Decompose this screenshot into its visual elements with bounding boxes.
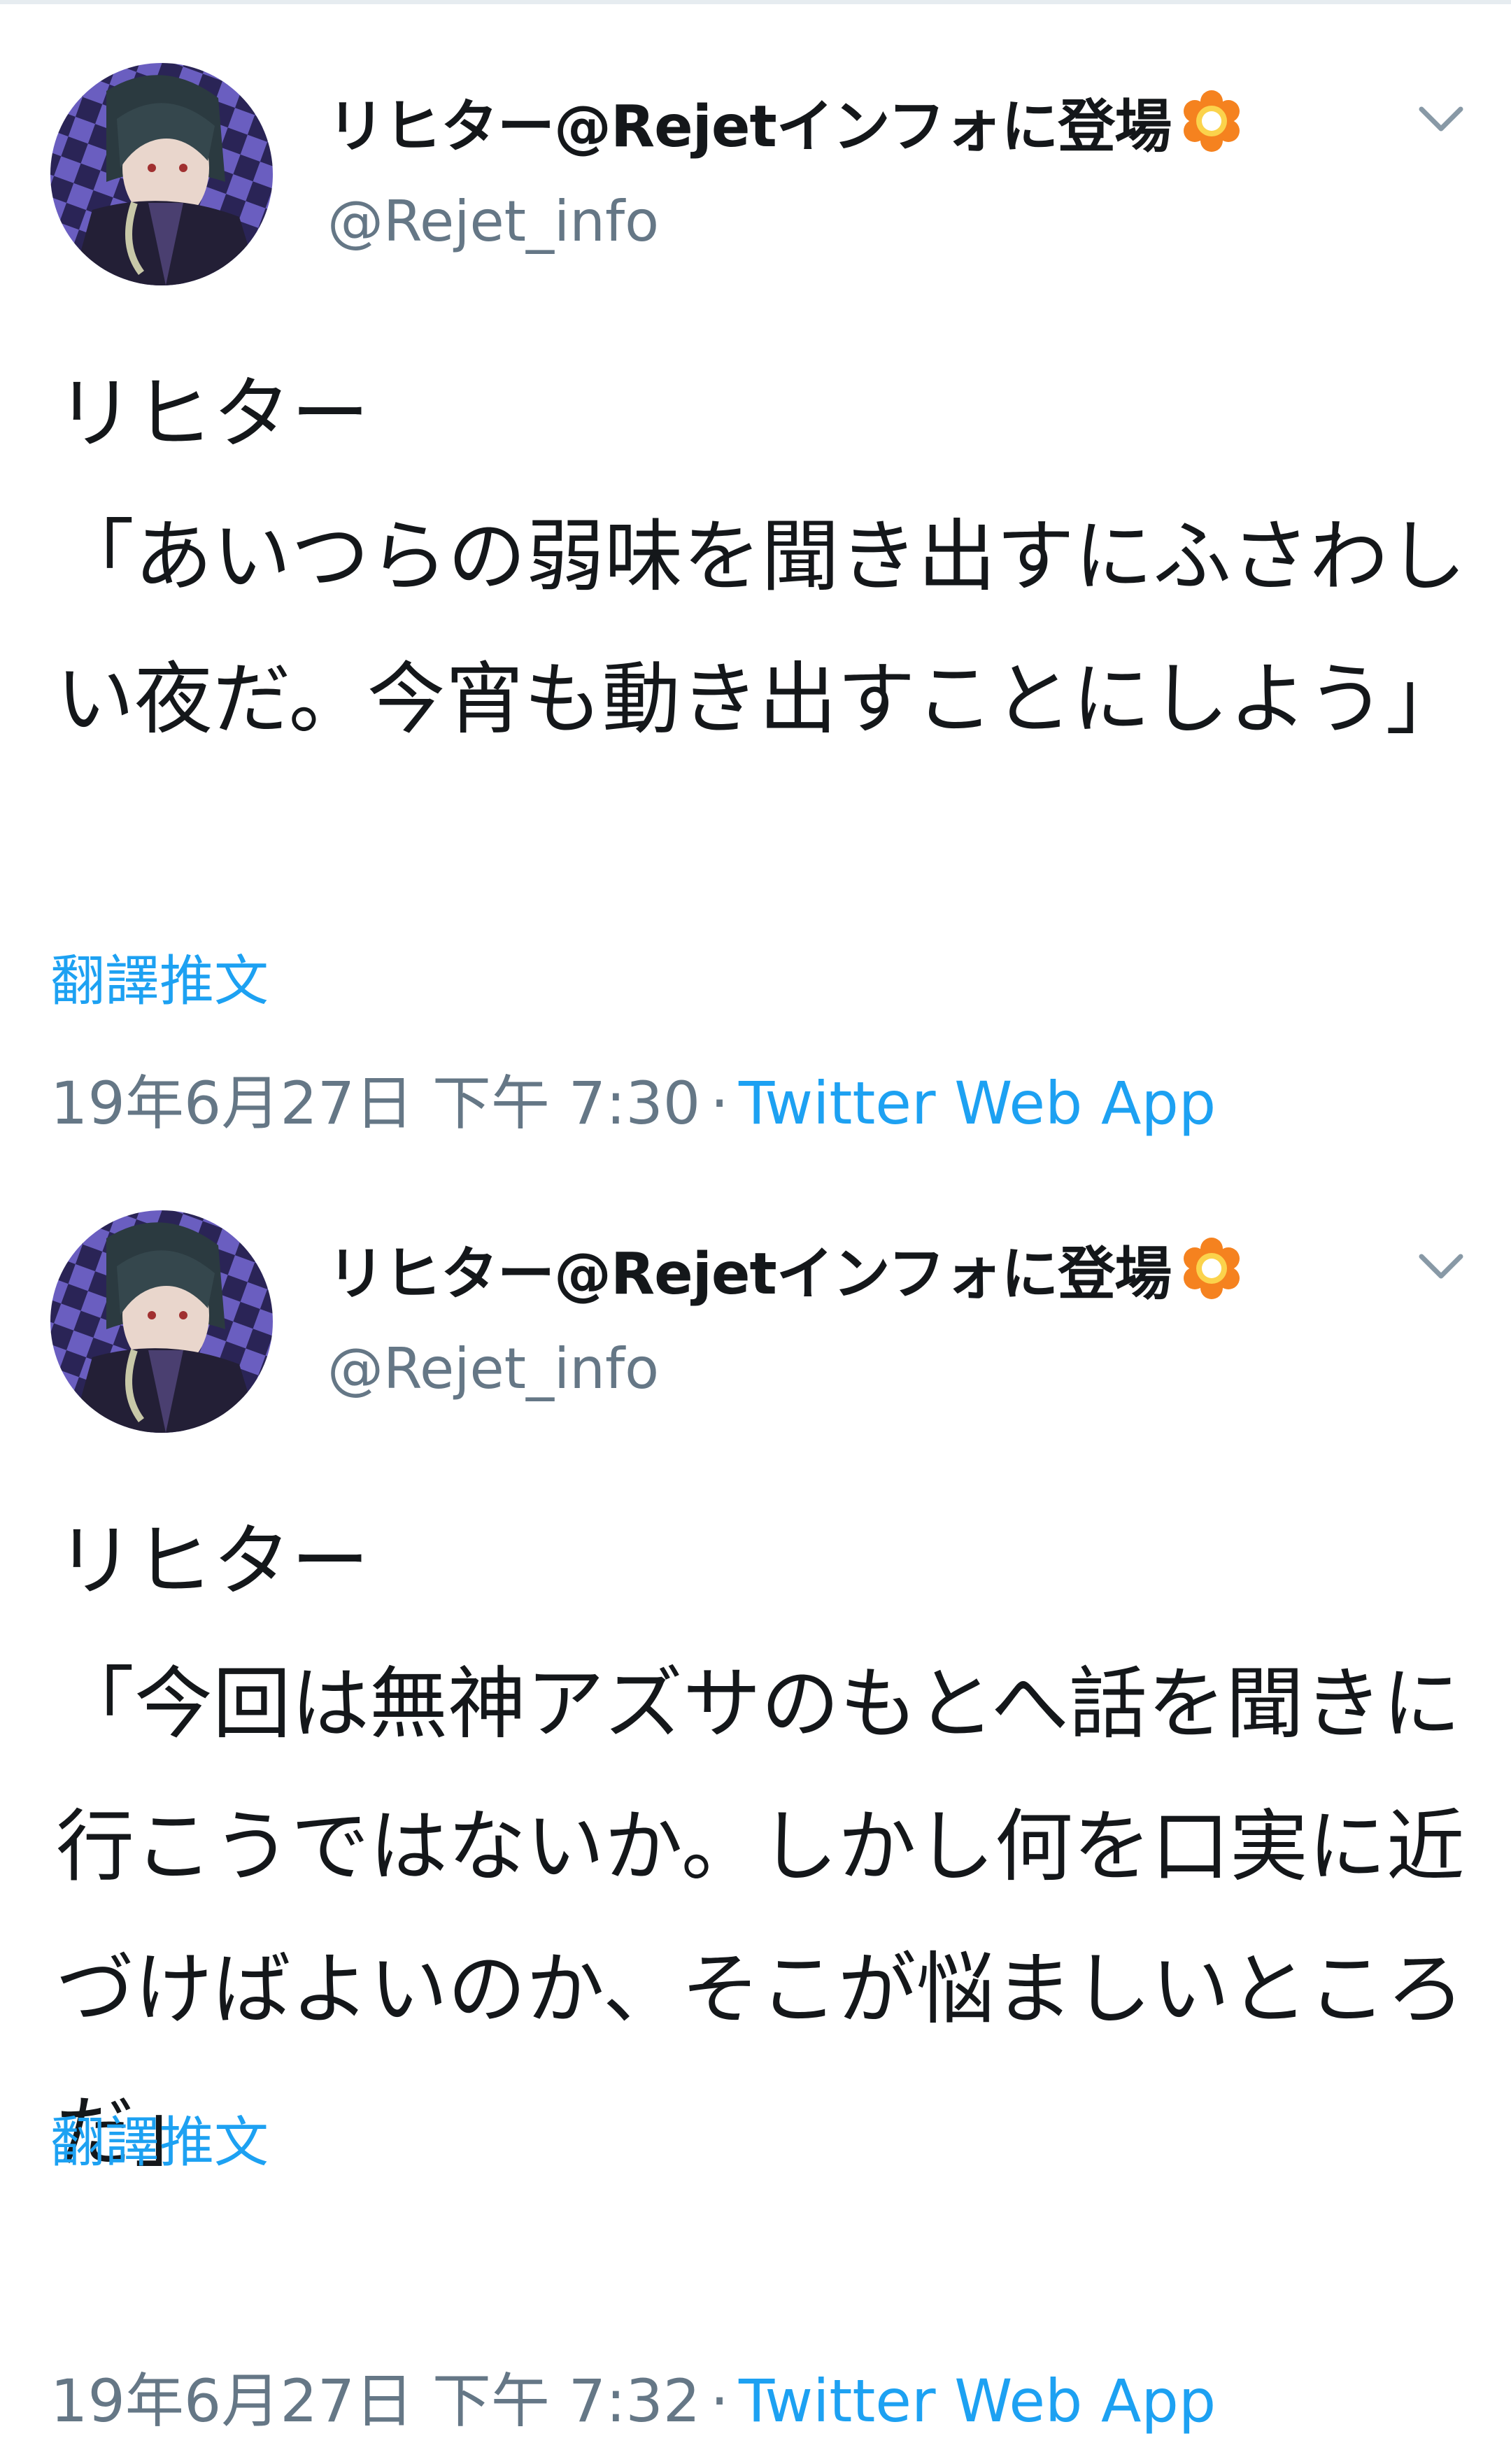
source-link[interactable]: Twitter Web App: [739, 1069, 1216, 1138]
handle[interactable]: @Rejet_info: [327, 189, 659, 254]
avatar[interactable]: [50, 1210, 273, 1433]
source-link[interactable]: Twitter Web App: [739, 2367, 1216, 2435]
meta-separator: ·: [710, 1069, 729, 1138]
meta-separator: ·: [710, 2367, 729, 2435]
tweet-meta: 19年6月27日 下午 7:30 · Twitter Web App: [50, 1056, 1216, 1141]
tweet-meta: 19年6月27日 下午 7:32 · Twitter Web App: [50, 2354, 1216, 2439]
tweet-text: リヒター 「今回は無神アズサのもとへ話を聞きに行こうではないか。しかし何を口実に…: [56, 1516, 1465, 2178]
display-name-text: リヒター@Rejetインフォに登場: [327, 1240, 1172, 1308]
orange-flower-icon: [1178, 1235, 1245, 1302]
tweet-card[interactable]: リヒター@Rejetインフォに登場 @Rejet_info リヒター 「今回は無…: [0, 1147, 1511, 2435]
timestamp[interactable]: 19年6月27日 下午 7:32: [50, 2367, 700, 2435]
display-name-text: リヒター@Rejetインフォに登場: [327, 93, 1172, 160]
handle[interactable]: @Rejet_info: [327, 1336, 659, 1401]
display-name[interactable]: リヒター@Rejetインフォに登場: [327, 83, 1245, 160]
orange-flower-icon: [1178, 87, 1245, 155]
translate-tweet-link[interactable]: 翻譯推文: [50, 2099, 269, 2177]
tweet-card[interactable]: リヒター@Rejetインフォに登場 @Rejet_info リヒター 「あいつら…: [0, 0, 1511, 1147]
tweet-text: リヒター 「あいつらの弱味を聞き出すにふさわしい夜だ。今宵も動き出すことにしよう…: [56, 369, 1466, 745]
timestamp[interactable]: 19年6月27日 下午 7:30: [50, 1069, 700, 1138]
chevron-down-icon[interactable]: [1413, 1245, 1469, 1287]
chevron-down-icon[interactable]: [1413, 98, 1469, 140]
avatar[interactable]: [50, 63, 273, 285]
display-name[interactable]: リヒター@Rejetインフォに登場: [327, 1230, 1245, 1308]
translate-tweet-link[interactable]: 翻譯推文: [50, 937, 269, 1016]
